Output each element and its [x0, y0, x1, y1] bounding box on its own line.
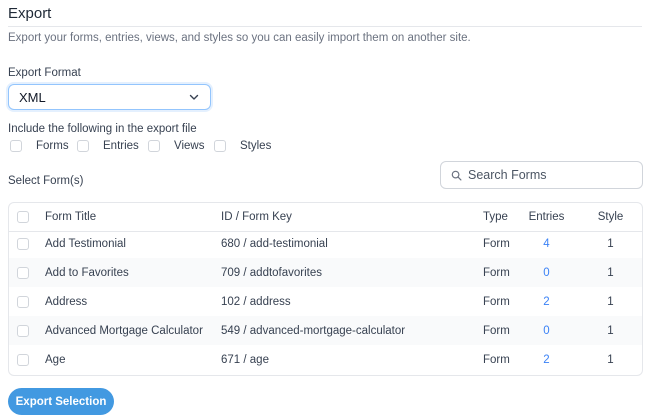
header-form-key[interactable]: ID / Form Key	[221, 203, 292, 231]
form-type-cell: Form	[483, 295, 510, 308]
entries-cell: 2	[524, 287, 569, 316]
form-title-cell: Advanced Mortgage Calculator	[45, 324, 203, 337]
form-title-cell: Add Testimonial	[45, 237, 126, 250]
include-styles-option[interactable]: Styles	[214, 140, 271, 152]
style-cell: 1	[607, 266, 614, 279]
row-checkbox[interactable]	[17, 324, 29, 337]
search-forms-box[interactable]	[440, 161, 643, 189]
row-checkbox[interactable]	[17, 266, 29, 279]
select-forms-label: Select Form(s)	[8, 175, 84, 187]
form-key-cell: 671 / age	[221, 353, 269, 366]
include-styles-checkbox[interactable]	[214, 140, 226, 152]
page-description: Export your forms, entries, views, and s…	[8, 32, 471, 44]
entries-cell: 0	[524, 316, 569, 345]
form-key-cell: 102 / address	[221, 295, 291, 308]
form-key-cell: 549 / advanced-mortgage-calculator	[221, 324, 406, 337]
include-forms-label: Forms	[36, 140, 69, 152]
include-entries-option[interactable]: Entries	[77, 140, 139, 152]
entries-count-link[interactable]: 2	[543, 354, 549, 366]
row-checkbox-cell	[17, 287, 29, 316]
table-row[interactable]: Address 102 / address Form 2 1	[9, 287, 642, 316]
include-views-checkbox[interactable]	[148, 140, 160, 152]
select-all-checkbox[interactable]	[17, 211, 29, 223]
header-style[interactable]: Style	[593, 203, 628, 231]
page-title: Export	[8, 5, 52, 22]
table-header-row: Form Title ID / Form Key Type Entries St…	[9, 203, 642, 232]
entries-count-link[interactable]: 0	[543, 325, 549, 337]
include-forms-option[interactable]: Forms	[10, 140, 69, 152]
form-key-cell: 680 / add-testimonial	[221, 237, 328, 250]
export-format-label: Export Format	[8, 67, 81, 79]
select-all-cell	[17, 203, 29, 231]
entries-cell: 2	[524, 345, 569, 374]
entries-count-link[interactable]: 0	[543, 267, 549, 279]
row-checkbox-cell	[17, 345, 29, 374]
table-row[interactable]: Age 671 / age Form 2 1	[9, 345, 642, 374]
table-row[interactable]: Add to Favorites 709 / addtofavorites Fo…	[9, 258, 642, 287]
form-type-cell: Form	[483, 237, 510, 250]
entries-count-link[interactable]: 4	[543, 238, 549, 250]
entries-cell: 4	[524, 229, 569, 258]
header-entries[interactable]: Entries	[524, 203, 569, 231]
include-label: Include the following in the export file	[8, 123, 197, 135]
title-divider	[8, 26, 642, 27]
row-checkbox[interactable]	[17, 295, 29, 308]
form-type-cell: Form	[483, 353, 510, 366]
include-styles-label: Styles	[240, 140, 272, 152]
search-forms-input[interactable]	[468, 168, 638, 182]
include-entries-label: Entries	[103, 140, 139, 152]
style-cell: 1	[607, 353, 614, 366]
chevron-down-icon	[189, 94, 199, 100]
style-cell: 1	[607, 324, 614, 337]
form-title-cell: Address	[45, 295, 88, 308]
table-row[interactable]: Advanced Mortgage Calculator 549 / advan…	[9, 316, 642, 345]
row-checkbox-cell	[17, 316, 29, 345]
include-forms-checkbox[interactable]	[10, 140, 22, 152]
row-checkbox[interactable]	[17, 237, 29, 250]
row-checkbox[interactable]	[17, 353, 29, 366]
header-form-title[interactable]: Form Title	[45, 203, 96, 231]
form-type-cell: Form	[483, 266, 510, 279]
include-entries-checkbox[interactable]	[77, 140, 89, 152]
header-type[interactable]: Type	[483, 203, 508, 231]
entries-cell: 0	[524, 258, 569, 287]
row-checkbox-cell	[17, 229, 29, 258]
forms-table: Form Title ID / Form Key Type Entries St…	[8, 202, 643, 376]
export-format-value: XML	[19, 89, 46, 105]
row-checkbox-cell	[17, 258, 29, 287]
form-title-cell: Age	[45, 353, 66, 366]
form-type-cell: Form	[483, 324, 510, 337]
form-title-cell: Add to Favorites	[45, 266, 129, 279]
include-views-option[interactable]: Views	[148, 140, 204, 152]
search-icon	[451, 170, 462, 180]
table-row[interactable]: Add Testimonial 680 / add-testimonial Fo…	[9, 229, 642, 258]
style-cell: 1	[607, 237, 614, 250]
entries-count-link[interactable]: 2	[543, 296, 549, 308]
export-format-select[interactable]: XML	[8, 84, 211, 110]
include-views-label: Views	[174, 140, 205, 152]
export-selection-button[interactable]: Export Selection	[8, 388, 114, 415]
form-key-cell: 709 / addtofavorites	[221, 266, 323, 279]
style-cell: 1	[607, 295, 614, 308]
